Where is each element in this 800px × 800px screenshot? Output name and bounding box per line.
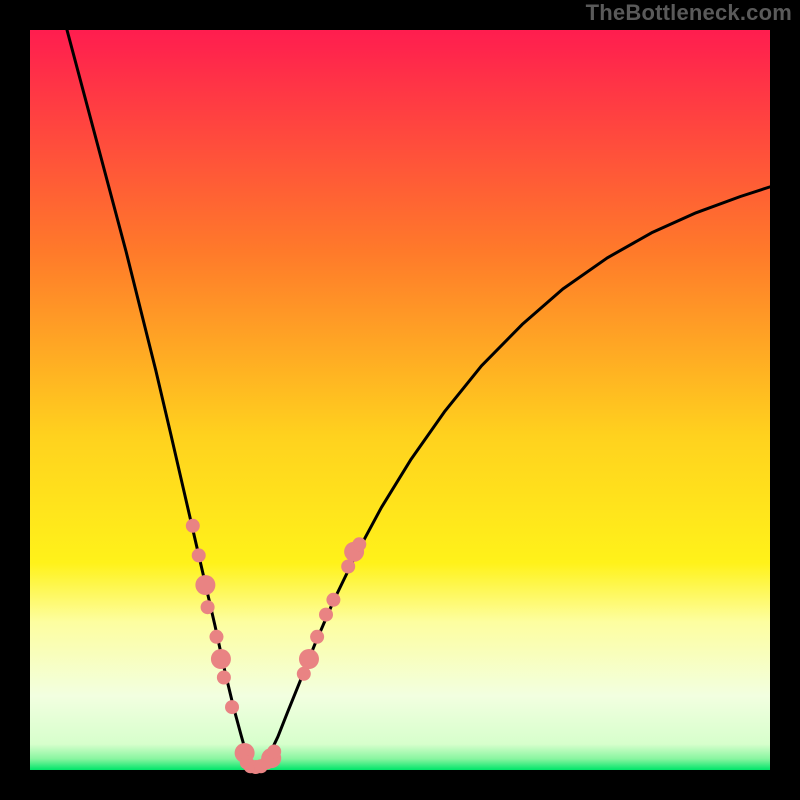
curve-marker	[209, 630, 223, 644]
curve-marker	[211, 649, 231, 669]
curve-marker	[217, 671, 231, 685]
curve-marker	[352, 537, 366, 551]
curve-marker	[310, 630, 324, 644]
watermark-text: TheBottleneck.com	[586, 0, 792, 26]
curve-marker	[267, 745, 281, 759]
curve-marker	[319, 608, 333, 622]
chart-root: TheBottleneck.com	[0, 0, 800, 800]
curve-marker	[225, 700, 239, 714]
curve-marker	[186, 519, 200, 533]
plot-background	[30, 30, 770, 770]
curve-marker	[195, 575, 215, 595]
chart-svg	[0, 0, 800, 800]
curve-marker	[201, 600, 215, 614]
curve-marker	[326, 593, 340, 607]
curve-marker	[192, 548, 206, 562]
curve-marker	[299, 649, 319, 669]
